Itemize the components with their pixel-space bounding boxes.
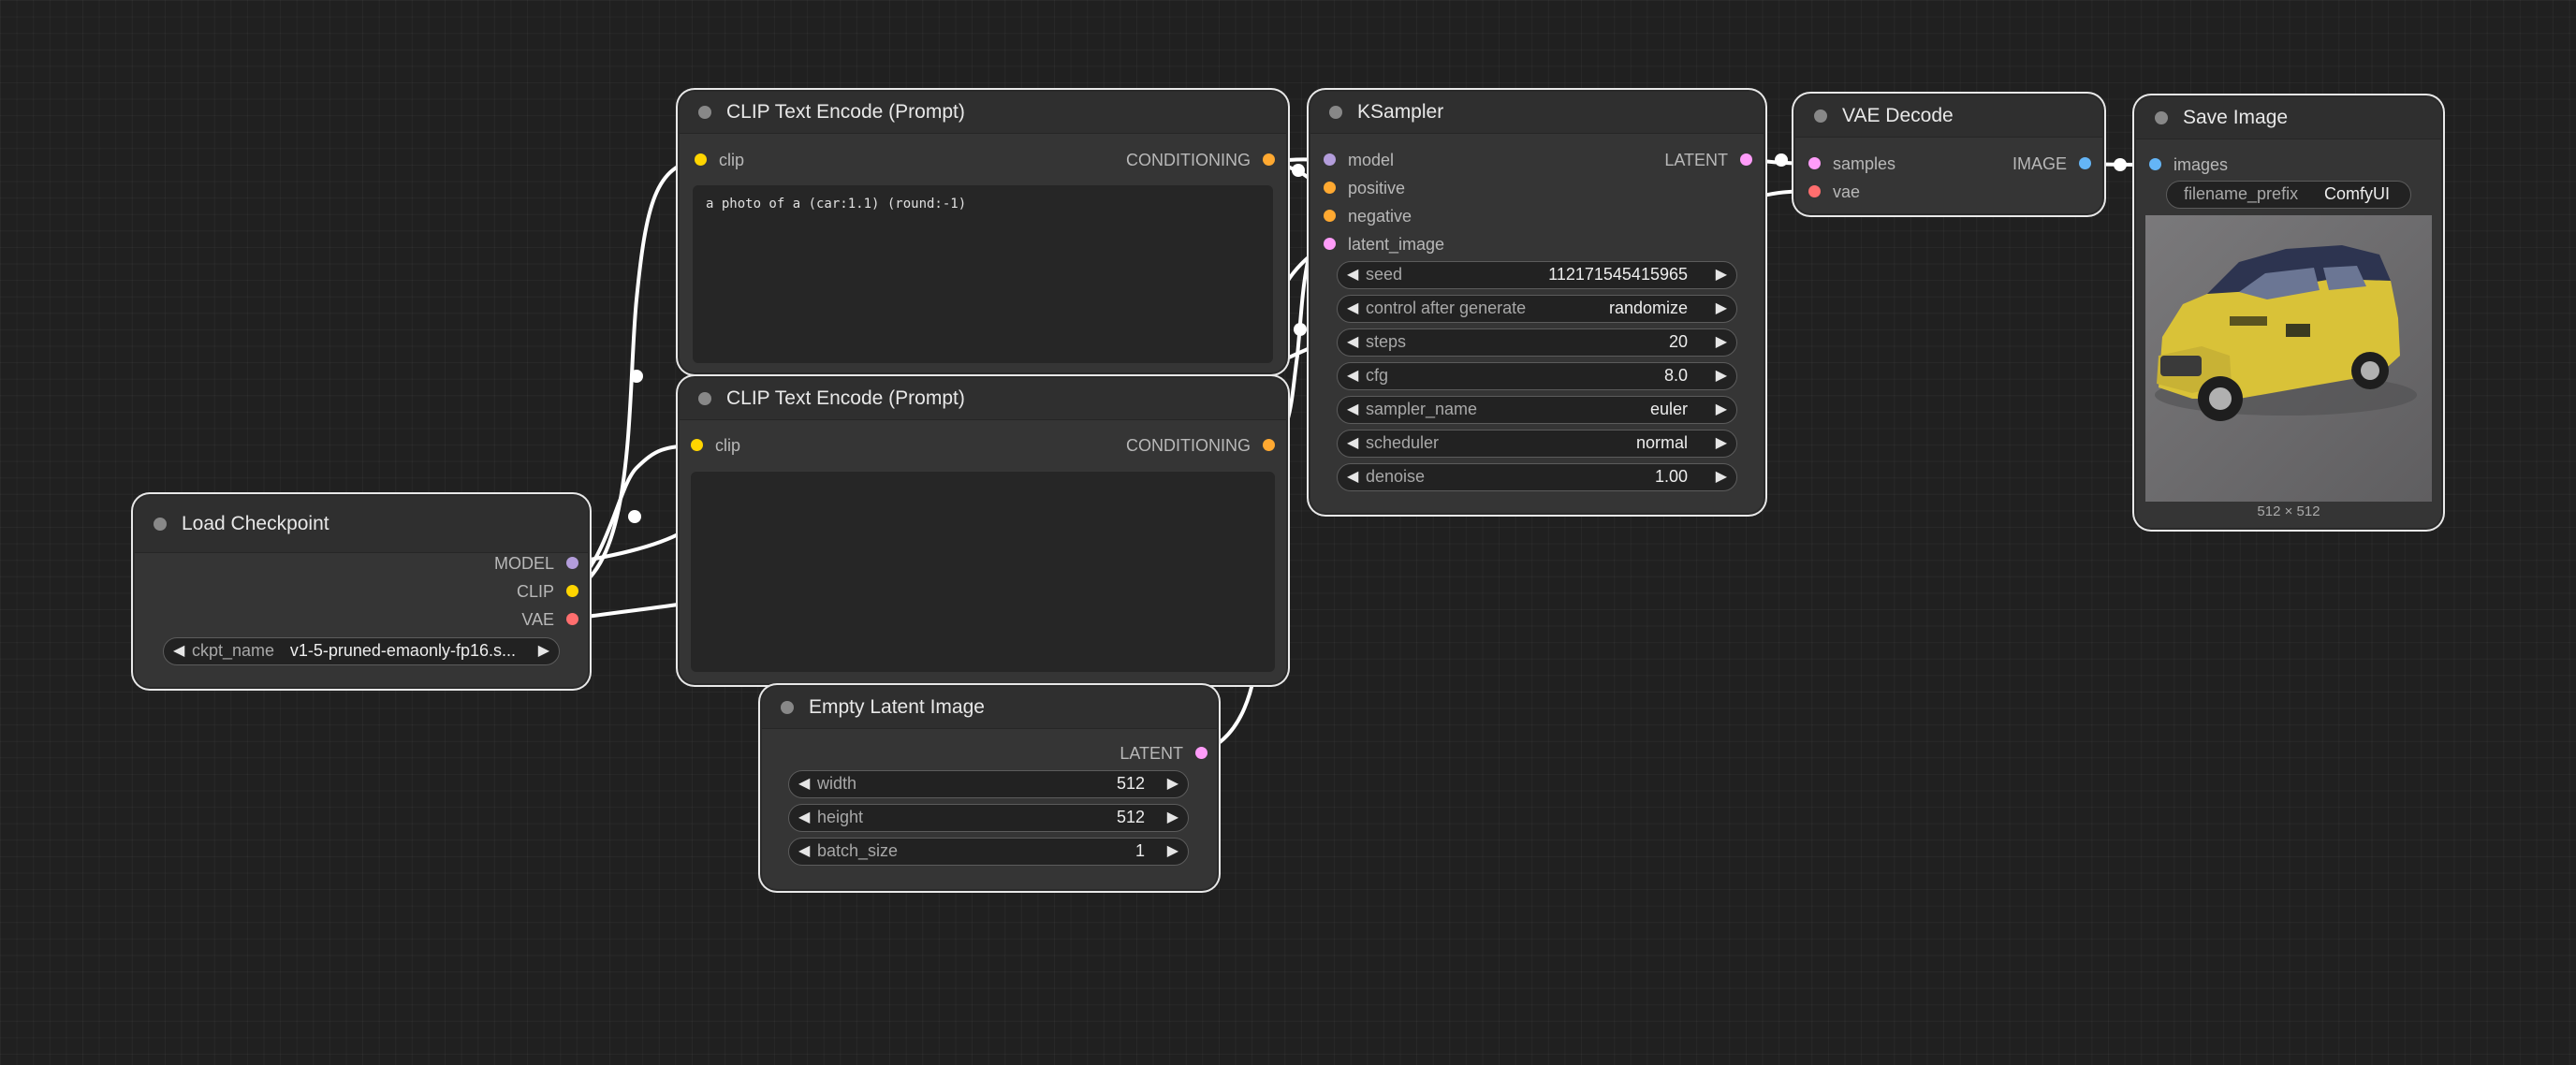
node-title[interactable]: CLIP Text Encode (Prompt) [680,92,1286,134]
input-clip-slot[interactable]: clip [695,151,744,169]
clip-slot-dot-icon [691,439,703,451]
steps-widget[interactable]: ◀ steps 20 ▶ [1337,328,1737,357]
input-vae-slot[interactable]: vae [1808,182,1860,201]
conditioning-slot-dot-icon [1324,210,1336,222]
output-latent-slot[interactable]: LATENT [1120,744,1208,763]
scheduler-widget[interactable]: ◀ scheduler normal ▶ [1337,430,1737,458]
arrow-left-icon[interactable]: ◀ [1347,363,1358,388]
arrow-left-icon[interactable]: ◀ [1347,430,1358,456]
arrow-right-icon[interactable]: ▶ [1716,430,1727,456]
collapse-dot-icon[interactable] [698,106,711,119]
collapse-dot-icon[interactable] [1329,106,1342,119]
vae-slot-dot-icon [566,613,578,625]
width-widget[interactable]: ◀ width 512 ▶ [788,770,1189,798]
arrow-right-icon[interactable]: ▶ [1716,397,1727,422]
input-positive-slot[interactable]: positive [1324,179,1405,197]
node-title[interactable]: VAE Decode [1795,95,2102,138]
arrow-right-icon[interactable]: ▶ [1716,464,1727,489]
model-slot-dot-icon [1324,153,1336,166]
collapse-dot-icon[interactable] [781,701,794,714]
arrow-right-icon[interactable]: ▶ [538,638,549,664]
batch-size-widget[interactable]: ◀ batch_size 1 ▶ [788,838,1189,866]
arrow-right-icon[interactable]: ▶ [1716,329,1727,355]
collapse-dot-icon[interactable] [154,518,167,531]
prompt-text-area[interactable]: a photo of a (car:1.1) (round:-1) [693,185,1273,363]
node-title[interactable]: KSampler [1310,92,1764,134]
prompt-text-area[interactable] [691,472,1275,672]
seed-widget[interactable]: ◀ seed 112171545415965 ▶ [1337,261,1737,289]
output-conditioning-slot[interactable]: CONDITIONING [1126,436,1275,455]
ksampler-node[interactable]: KSampler model positive negative latent_… [1310,92,1764,513]
empty-latent-image-node[interactable]: Empty Latent Image LATENT ◀ width 512 ▶ … [762,687,1217,889]
car-image-icon [2145,215,2432,502]
cfg-widget[interactable]: ◀ cfg 8.0 ▶ [1337,362,1737,390]
node-title[interactable]: Save Image [2136,97,2441,139]
latent-slot-dot-icon [1324,238,1336,250]
control-after-generate-widget[interactable]: ◀ control after generate randomize ▶ [1337,295,1737,323]
clip-slot-dot-icon [566,585,578,597]
image-slot-dot-icon [2149,158,2161,170]
arrow-right-icon[interactable]: ▶ [1167,771,1178,796]
collapse-dot-icon[interactable] [1814,109,1827,123]
conditioning-slot-dot-icon [1324,182,1336,194]
vae-slot-dot-icon [1808,185,1821,197]
arrow-left-icon[interactable]: ◀ [798,805,810,830]
arrow-right-icon[interactable]: ▶ [1167,805,1178,830]
output-vae-slot[interactable]: VAE [521,610,578,629]
load-checkpoint-node[interactable]: Load Checkpoint MODEL CLIP VAE ◀ ckpt_na… [135,496,588,687]
input-negative-slot[interactable]: negative [1324,207,1412,226]
output-clip-slot[interactable]: CLIP [517,582,578,601]
arrow-right-icon[interactable]: ▶ [1716,296,1727,321]
input-samples-slot[interactable]: samples [1808,154,1895,173]
arrow-right-icon[interactable]: ▶ [1716,262,1727,287]
arrow-left-icon[interactable]: ◀ [1347,262,1358,287]
output-conditioning-slot[interactable]: CONDITIONING [1126,151,1275,169]
node-title[interactable]: CLIP Text Encode (Prompt) [680,378,1286,420]
input-latent-image-slot[interactable]: latent_image [1324,235,1444,254]
output-latent-slot[interactable]: LATENT [1664,151,1752,169]
sampler-name-widget[interactable]: ◀ sampler_name euler ▶ [1337,396,1737,424]
arrow-left-icon[interactable]: ◀ [1347,329,1358,355]
arrow-left-icon[interactable]: ◀ [173,638,184,664]
vae-decode-node[interactable]: VAE Decode samples vae IMAGE [1795,95,2102,213]
save-image-node[interactable]: Save Image images filename_prefix ComfyU… [2136,97,2441,528]
latent-slot-dot-icon [1195,747,1208,759]
input-clip-slot[interactable]: clip [691,436,740,455]
arrow-right-icon[interactable]: ▶ [1716,363,1727,388]
clip-text-encode-node-2[interactable]: CLIP Text Encode (Prompt) clip CONDITION… [680,378,1286,683]
arrow-left-icon[interactable]: ◀ [798,839,810,864]
output-model-slot[interactable]: MODEL [494,554,578,573]
latent-slot-dot-icon [1740,153,1752,166]
output-image-preview[interactable] [2145,215,2432,502]
conditioning-slot-dot-icon [1263,153,1275,166]
input-images-slot[interactable]: images [2149,155,2228,174]
arrow-left-icon[interactable]: ◀ [1347,397,1358,422]
clip-text-encode-node-1[interactable]: CLIP Text Encode (Prompt) clip CONDITION… [680,92,1286,372]
model-slot-dot-icon [566,557,578,569]
height-widget[interactable]: ◀ height 512 ▶ [788,804,1189,832]
arrow-left-icon[interactable]: ◀ [798,771,810,796]
filename-prefix-widget[interactable]: filename_prefix ComfyUI [2166,181,2411,209]
node-title[interactable]: Empty Latent Image [762,687,1217,729]
arrow-left-icon[interactable]: ◀ [1347,464,1358,489]
conditioning-slot-dot-icon [1263,439,1275,451]
denoise-widget[interactable]: ◀ denoise 1.00 ▶ [1337,463,1737,491]
image-size-caption: 512 × 512 [2257,503,2320,519]
input-model-slot[interactable]: model [1324,151,1394,169]
arrow-left-icon[interactable]: ◀ [1347,296,1358,321]
output-image-slot[interactable]: IMAGE [2012,154,2091,173]
clip-slot-dot-icon [695,153,707,166]
arrow-right-icon[interactable]: ▶ [1167,839,1178,864]
ckpt-name-combo[interactable]: ◀ ckpt_name v1-5-pruned-emaonly-fp16.s..… [163,637,560,665]
node-title[interactable]: Load Checkpoint [135,496,588,553]
latent-slot-dot-icon [1808,157,1821,169]
image-slot-dot-icon [2079,157,2091,169]
collapse-dot-icon[interactable] [698,392,711,405]
collapse-dot-icon[interactable] [2155,111,2168,124]
